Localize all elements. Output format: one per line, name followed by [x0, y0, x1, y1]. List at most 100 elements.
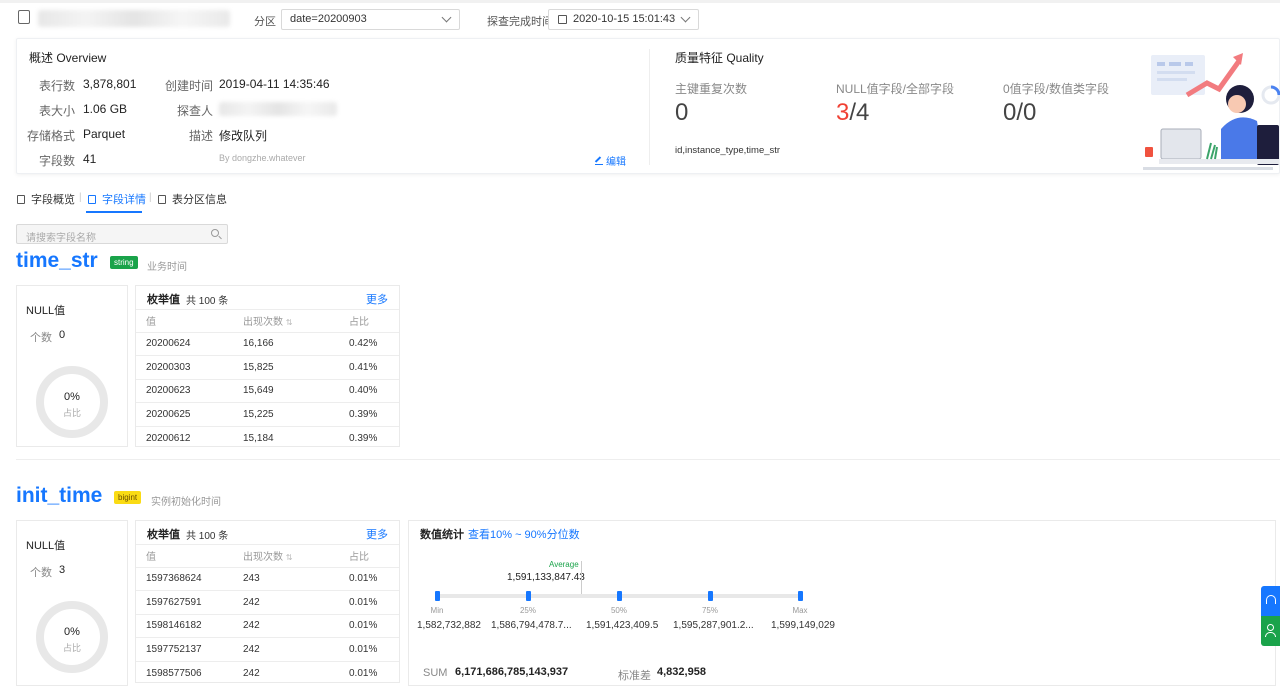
cell-value: 20200624 — [136, 332, 233, 356]
prober-label: 探查人 — [176, 104, 213, 118]
quantile-25-marker — [526, 591, 531, 601]
search-placeholder: 请搜索字段名称 — [26, 233, 96, 244]
active-tab-indicator — [86, 211, 142, 213]
field-desc: 业务时间 — [147, 262, 187, 273]
partition-select[interactable]: date=20200903 — [281, 9, 460, 30]
enum-table: 值 出现次数 ⇅ 占比 20200624 16,166 0.42% 20200303… — [136, 310, 399, 450]
tab-field-detail[interactable]: 字段详情 — [88, 191, 146, 207]
field-desc: 实例初始化时间 — [151, 497, 221, 508]
sum-label: SUM — [423, 667, 448, 679]
col-count[interactable]: 出现次数 ⇅ — [233, 545, 339, 568]
tab-field-overview[interactable]: 字段概览 — [17, 191, 75, 207]
quantile-value: 1,595,287,901.2... — [673, 620, 754, 631]
average-marker — [581, 561, 582, 595]
format-value: Parquet — [83, 127, 126, 141]
by-author: By dongzhe.whatever — [219, 153, 306, 163]
quantile-label: 25% — [519, 606, 536, 615]
edit-label: 编辑 — [606, 157, 626, 168]
detail-tab-icon — [88, 194, 96, 204]
created-label: 创建时间 — [164, 79, 213, 93]
pk-dup-value: 0 — [675, 99, 689, 126]
search-icon[interactable] — [211, 229, 219, 237]
sort-icon[interactable]: ⇅ — [286, 318, 293, 327]
table-row: 20200303 15,825 0.41% — [136, 355, 399, 380]
table-header-row: 值 出现次数 ⇅ 占比 — [136, 545, 399, 568]
std-value: 4,832,958 — [657, 666, 706, 678]
quantile-value: 1,599,149,029 — [771, 620, 835, 631]
cell-value: 1598577506 — [146, 667, 202, 679]
enum-table: 值 出现次数 ⇅ 占比 1597368624 243 0.01% 159762759… — [136, 545, 399, 685]
cell-value: 1597752137 — [136, 637, 233, 662]
edit-link[interactable]: 编辑 — [594, 153, 626, 168]
cell-count: 242 — [243, 667, 260, 679]
desc-value: 修改队列 — [219, 129, 268, 143]
cell-count: 15,649 — [233, 379, 339, 403]
table-row: 20200612 15,184 0.39% — [136, 426, 399, 450]
table-row: 1597627591 242 0.01% — [136, 590, 399, 615]
cell-count: 242 — [233, 590, 339, 615]
null-total: /4 — [849, 99, 870, 126]
probe-time-label: 探查完成时间 — [487, 16, 553, 28]
enum-total: 共 100 条 — [186, 531, 229, 542]
null-pct-label: 占比 — [62, 408, 81, 418]
cell-ratio: 0.41% — [339, 355, 399, 380]
file-icon — [18, 10, 30, 24]
more-link[interactable]: 更多 — [366, 526, 388, 542]
cell-ratio: 0.39% — [339, 402, 399, 427]
field-count-label: 字段数 — [38, 154, 75, 168]
null-count-value: 3 — [59, 564, 66, 576]
overview-card: 概述 Overview 表行数 3,878,801 表大小 1.06 GB 存储… — [16, 38, 1280, 174]
size-label: 表大小 — [38, 104, 75, 118]
col-count[interactable]: 出现次数 ⇅ — [233, 310, 339, 333]
cell-ratio: 0.01% — [349, 667, 378, 679]
quantile-value: 1,591,423,409.5 — [586, 620, 659, 631]
null-card: NULL值 个数 0 0% 占比 — [16, 285, 128, 447]
type-badge: string — [110, 256, 138, 269]
enum-card: 枚举值 共 100 条 更多 值 出现次数 ⇅ 占比 20200624 16,16… — [135, 285, 400, 447]
quantile-link[interactable]: 查看10% ~ 90%分位数 — [468, 526, 580, 542]
quantile-label: Max — [792, 606, 808, 615]
more-link[interactable]: 更多 — [366, 291, 388, 307]
tab-partition-info[interactable]: 表分区信息 — [158, 191, 227, 207]
null-count-label: 个数 — [30, 567, 52, 579]
support-button[interactable] — [1261, 586, 1280, 616]
field-search-input[interactable]: 请搜索字段名称 — [16, 224, 228, 244]
table-row: 1598146182 242 0.01% — [136, 614, 399, 638]
null-card: NULL值 个数 3 0% 占比 — [16, 520, 128, 686]
field-count-value: 41 — [83, 152, 97, 166]
table-row: 1597752137 242 0.01% — [136, 637, 399, 662]
cell-count: 15,184 — [243, 432, 274, 444]
tab-separator: | — [149, 192, 152, 203]
quantile-value: 1,586,794,478.7... — [491, 620, 572, 631]
cell-count: 242 — [233, 637, 339, 662]
sort-icon[interactable]: ⇅ — [286, 553, 293, 562]
table-row: 1597368624 243 0.01% — [136, 567, 399, 591]
cell-value: 20200623 — [136, 379, 233, 403]
contact-button[interactable] — [1261, 616, 1280, 646]
cell-value: 20200612 — [146, 432, 191, 444]
tab-separator: | — [79, 192, 82, 203]
row-count-label: 表行数 — [38, 79, 75, 93]
cell-value: 1597368624 — [136, 567, 233, 591]
created-value: 2019-04-11 14:35:46 — [219, 77, 330, 91]
partition-tab-icon — [158, 194, 166, 204]
quantile-label: Min — [430, 606, 444, 615]
cell-ratio: 0.01% — [339, 637, 399, 662]
null-pct: 0% — [64, 626, 80, 638]
probe-time-select[interactable]: 2020-10-15 15:01:43 — [548, 9, 699, 30]
table-row: 1598577506 242 0.01% — [136, 661, 399, 685]
table-row: 20200624 16,166 0.42% — [136, 332, 399, 356]
size-value: 1.06 GB — [83, 102, 128, 116]
null-count-value: 0 — [59, 329, 66, 341]
null-title: NULL值 — [26, 540, 66, 552]
cell-value: 1597627591 — [136, 590, 233, 615]
desc-label: 描述 — [188, 129, 213, 143]
overview-tab-icon — [17, 194, 25, 204]
tab-label: 表分区信息 — [172, 194, 227, 206]
enum-header: 枚举值 共 100 条 更多 — [136, 521, 399, 545]
zero-ratio-label: 0值字段/数值类字段 — [1003, 82, 1110, 96]
overview-divider — [649, 49, 650, 165]
cell-count: 15,825 — [233, 355, 339, 380]
partition-value: date=20200903 — [290, 13, 367, 25]
edit-icon — [594, 155, 603, 165]
